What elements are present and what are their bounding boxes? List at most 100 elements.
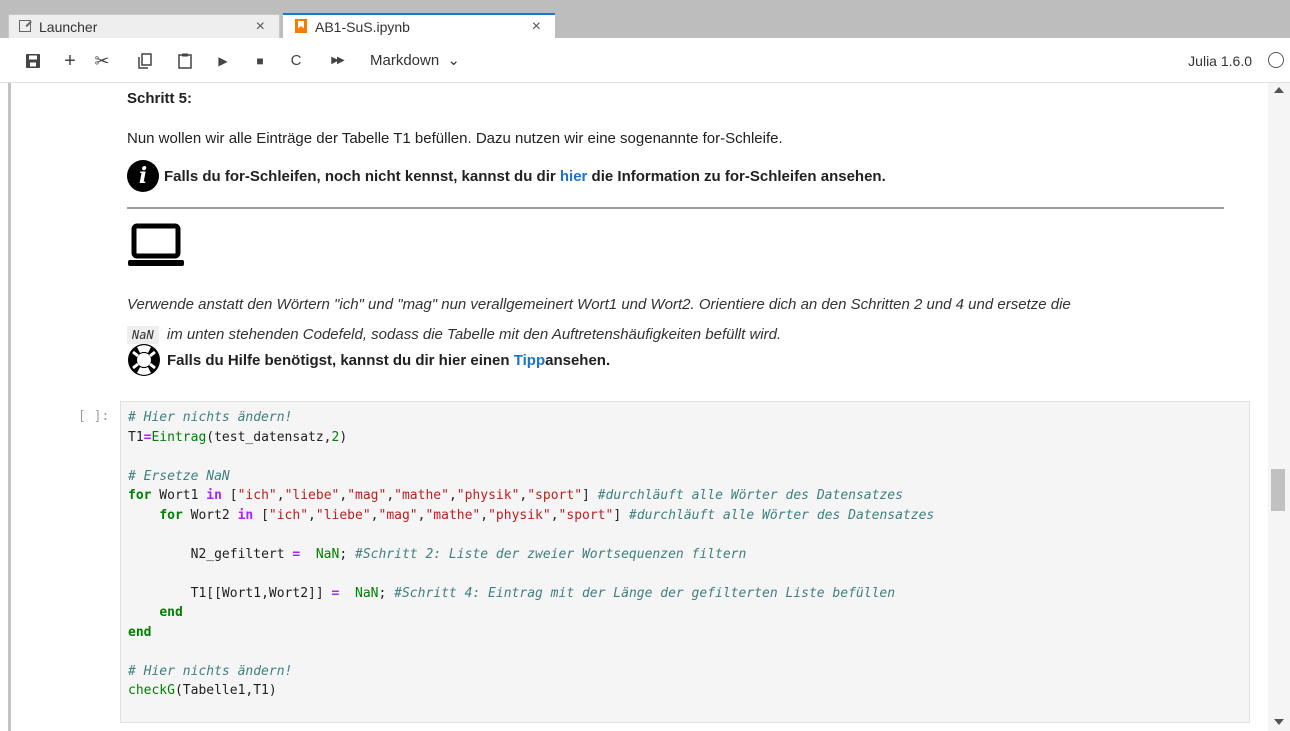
scroll-up-icon[interactable]	[1274, 87, 1284, 93]
info-text-after: die Information zu for-Schleifen ansehen…	[587, 167, 886, 185]
code-token: ,	[370, 507, 379, 523]
kernel-status-icon	[1268, 52, 1284, 68]
code-token: ]	[582, 488, 598, 503]
code-content: # Hier nichts ändern! T1 = Eintrag(test_da…	[128, 408, 934, 701]
inline-code: NaN	[127, 326, 159, 344]
chevron-down-icon: ⌄	[447, 52, 460, 69]
paste-button[interactable]	[176, 50, 194, 72]
code-token: "mag"	[378, 507, 418, 523]
close-icon[interactable]: ×	[532, 18, 541, 36]
code-token: ,	[339, 488, 348, 503]
code-token: ,	[308, 507, 316, 523]
code-token: NaN	[315, 546, 340, 562]
code-comment: #Schritt 2: Liste der zweier Wortsequenz…	[355, 546, 747, 562]
code-token: =	[331, 585, 340, 601]
code-token: T1[[Wort1,Wort2]]	[190, 585, 332, 601]
code-token: "liebe"	[315, 507, 371, 523]
copy-button[interactable]	[136, 50, 154, 72]
code-token: ]	[613, 507, 629, 523]
code-token: for	[159, 507, 183, 523]
run-all-button[interactable]: ▶▶	[326, 50, 348, 72]
notebook-toolbar: + ✂ ▶ ■ C ▶▶ Markdown ⌄ Julia 1.6.0	[0, 38, 1290, 83]
code-token: Wort1	[151, 488, 207, 503]
code-token: T1	[128, 429, 144, 445]
scrollbar-thumb[interactable]	[1271, 469, 1285, 511]
cut-button[interactable]: ✂	[92, 50, 112, 72]
active-cell-indicator	[8, 83, 11, 731]
code-token: N2_gefiltert	[190, 546, 293, 562]
tab-label: Launcher	[39, 18, 98, 35]
code-token: ,	[550, 507, 559, 523]
tab-launcher[interactable]: Launcher ×	[8, 14, 280, 38]
info-text-before: Falls du for-Schleifen, noch nicht kenns…	[164, 167, 560, 185]
code-token: ;	[378, 585, 387, 601]
code-token: [	[253, 507, 269, 523]
code-token: in	[237, 507, 254, 523]
code-editor[interactable]: # Hier nichts ändern! T1 = Eintrag(test_da…	[120, 401, 1250, 723]
code-token: ,	[448, 488, 457, 503]
cell-type-dropdown[interactable]: Markdown ⌄	[370, 50, 460, 72]
cell-type-value: Markdown	[370, 52, 440, 69]
code-token: Wort2	[182, 507, 238, 523]
info-link[interactable]: hier	[560, 168, 588, 185]
info-line: i Falls du for-Schleifen, noch nicht ken…	[127, 159, 886, 193]
help-text-after: ansehen.	[545, 351, 611, 369]
tab-bar: Launcher × AB1-SuS.ipynb ×	[0, 0, 1290, 39]
vertical-scrollbar[interactable]	[1268, 83, 1290, 731]
copy-icon	[138, 53, 152, 69]
close-icon[interactable]: ×	[256, 18, 265, 36]
save-icon	[26, 54, 40, 68]
code-token: NaN	[355, 585, 379, 601]
code-token: "sport"	[527, 488, 583, 503]
code-token: ,	[276, 488, 285, 503]
run-button[interactable]: ▶	[214, 50, 232, 72]
code-comment: # Hier nichts ändern!	[128, 663, 293, 679]
code-token: (Tabelle1,T1)	[174, 683, 277, 698]
code-token: checkG	[128, 683, 175, 698]
code-token: "mag"	[347, 488, 387, 503]
tab-notebook[interactable]: AB1-SuS.ipynb ×	[283, 13, 555, 39]
restart-button[interactable]: C	[287, 50, 305, 72]
tipp-link[interactable]: Tipp	[514, 352, 545, 369]
help-text-before: Falls du Hilfe benötigst, kannst du dir …	[167, 351, 514, 369]
code-token: ,	[386, 488, 395, 503]
help-line: Falls du Hilfe benötigst, kannst du dir …	[127, 343, 610, 377]
markdown-intro: Nun wollen wir alle Einträge der Tabelle…	[127, 130, 783, 147]
code-comment: # Hier nichts ändern!	[128, 410, 293, 425]
code-token: "sport"	[558, 507, 614, 523]
code-token: "mathe"	[394, 488, 449, 503]
markdown-heading: Schritt 5:	[127, 90, 193, 107]
laptop-icon	[127, 223, 185, 274]
code-token: end	[128, 624, 152, 640]
task-description: Verwende anstatt den Wörtern "ich" und "…	[127, 290, 1247, 350]
code-token: "ich"	[268, 507, 309, 523]
code-comment: # Ersetze NaN	[128, 468, 230, 484]
scroll-down-icon[interactable]	[1274, 719, 1284, 725]
code-token: in	[206, 488, 222, 503]
code-token: ;	[339, 546, 348, 562]
divider	[127, 207, 1224, 209]
paste-icon	[178, 53, 192, 69]
code-comment: #durchläuft alle Wörter des Datensatzes	[597, 488, 903, 503]
code-token: ,	[480, 507, 489, 523]
cell-prompt: [ ]:	[78, 409, 110, 424]
code-token: Eintrag	[151, 429, 207, 445]
tab-label: AB1-SuS.ipynb	[315, 19, 410, 35]
stop-button[interactable]: ■	[251, 50, 269, 72]
code-token: "physik"	[456, 488, 520, 503]
code-comment: #durchläuft alle Wörter des Datensatzes	[629, 507, 935, 523]
notebook-panel: Schritt 5: Nun wollen wir alle Einträge …	[0, 83, 1268, 731]
code-token: "liebe"	[284, 488, 340, 503]
task-line-2: im unten stehenden Codefeld, sodass die …	[166, 326, 782, 343]
code-token: "mathe"	[425, 507, 481, 523]
code-comment: #Schritt 4: Eintrag mit der Länge der ge…	[394, 585, 896, 601]
code-token: "ich"	[237, 488, 277, 503]
code-token: "physik"	[488, 507, 551, 523]
task-line-1: Verwende anstatt den Wörtern "ich" und "…	[127, 296, 1071, 313]
launcher-icon	[17, 19, 33, 35]
code-token: =	[292, 546, 301, 562]
code-token: for	[128, 488, 152, 503]
kernel-name[interactable]: Julia 1.6.0	[1188, 50, 1252, 72]
add-cell-button[interactable]: +	[61, 50, 79, 72]
save-button[interactable]	[24, 50, 42, 72]
